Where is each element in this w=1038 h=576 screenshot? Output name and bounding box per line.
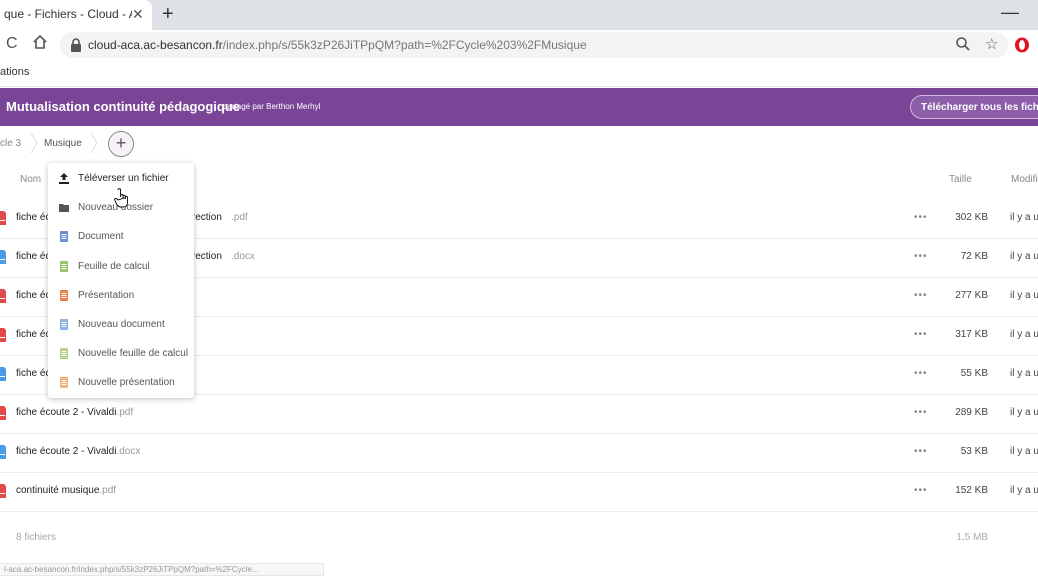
- file-count: 8 fichiers: [16, 532, 57, 543]
- docx-file-icon: [0, 367, 6, 381]
- breadcrumb-musique[interactable]: Musique: [44, 138, 82, 149]
- file-name[interactable]: fiche éc: [16, 290, 50, 301]
- more-actions-icon[interactable]: •••: [914, 251, 928, 262]
- document-icon: [60, 231, 68, 243]
- url-text: cloud-aca.ac-besancon.fr/index.php/s/55k…: [88, 38, 587, 52]
- file-size: 289 KB: [955, 407, 988, 418]
- file-size: 55 KB: [960, 368, 988, 379]
- menu-item-spreadsheet[interactable]: Feuille de calcul: [48, 252, 194, 281]
- status-bar-url: l-aca.ac-besancon.fr/index.php/s/55k3zP2…: [0, 563, 324, 576]
- file-size: 72 KB: [960, 251, 988, 262]
- pdf-file-icon: [0, 328, 6, 342]
- file-row[interactable]: fiche écoute 2 - Vivaldi.pdf ••• 289 KB il …: [0, 394, 1038, 434]
- breadcrumb-separator: [90, 133, 98, 153]
- page-title: Mutualisation continuité pédagogique: [6, 99, 240, 114]
- close-tab-icon[interactable]: ✕: [132, 6, 144, 23]
- menu-item-label: Nouveau document: [78, 319, 165, 330]
- bookmark-star-icon[interactable]: ☆: [985, 35, 998, 53]
- file-modified: il y a u: [1010, 290, 1038, 301]
- pdf-file-icon: [0, 484, 6, 498]
- pdf-file-icon: [0, 289, 6, 303]
- menu-item-label: Présentation: [78, 289, 135, 301]
- file-modified: il y a u: [1010, 368, 1038, 379]
- more-actions-icon[interactable]: •••: [914, 329, 928, 340]
- bookmark-item[interactable]: ations: [0, 66, 29, 78]
- file-name[interactable]: fiche écoute 2 - Vivaldi.pdf: [16, 407, 133, 418]
- menu-item-label: Feuille de calcul: [78, 260, 150, 272]
- browser-tab-strip: que - Fichiers - Cloud - Acad ✕ + —: [0, 0, 1038, 30]
- spreadsheet-icon: [60, 260, 68, 272]
- new-document-icon: [60, 319, 68, 330]
- opera-icon[interactable]: [1014, 37, 1030, 53]
- menu-item-new-document[interactable]: Nouveau document: [48, 310, 194, 339]
- folder-icon: [59, 204, 69, 213]
- browser-tab[interactable]: que - Fichiers - Cloud - Acad ✕: [0, 0, 152, 30]
- menu-item-document[interactable]: Document: [48, 222, 194, 251]
- new-spreadsheet-icon: [60, 348, 68, 360]
- new-presentation-icon: [60, 377, 68, 389]
- file-modified: il y a u: [1010, 446, 1038, 457]
- menu-item-new-spreadsheet[interactable]: Nouvelle feuille de calcul: [48, 339, 194, 368]
- total-size: 1,5 MB: [956, 532, 988, 543]
- file-name[interactable]: fiche éc: [16, 368, 50, 379]
- address-bar[interactable]: cloud-aca.ac-besancon.fr/index.php/s/55k…: [60, 32, 1008, 58]
- file-modified: il y a u: [1010, 212, 1038, 223]
- file-size: 277 KB: [955, 290, 988, 301]
- menu-item-label: Téléverser un fichier: [78, 173, 169, 184]
- more-actions-icon[interactable]: •••: [914, 485, 928, 496]
- share-header: Mutualisation continuité pédagogique par…: [0, 88, 1038, 126]
- file-modified: il y a u: [1010, 329, 1038, 340]
- file-modified: il y a u: [1010, 407, 1038, 418]
- file-modified: il y a u: [1010, 251, 1038, 262]
- file-size: 302 KB: [955, 212, 988, 223]
- file-size: 317 KB: [955, 329, 988, 340]
- menu-item-label: Document: [78, 231, 124, 243]
- file-size: 53 KB: [960, 446, 988, 457]
- file-modified: il y a u: [1010, 485, 1038, 496]
- more-actions-icon[interactable]: •••: [914, 212, 928, 223]
- more-actions-icon[interactable]: •••: [914, 368, 928, 379]
- file-name[interactable]: fiche écoute 2 - Vivaldi.docx: [16, 446, 140, 457]
- lock-icon: [71, 38, 81, 52]
- reload-icon[interactable]: C: [6, 35, 18, 53]
- download-all-button[interactable]: Télécharger tous les fichiers: [910, 95, 1038, 119]
- file-name[interactable]: fiche éc: [16, 329, 50, 340]
- file-size: 152 KB: [955, 485, 988, 496]
- docx-file-icon: [0, 445, 6, 459]
- menu-item-label: Nouvelle présentation: [78, 377, 175, 389]
- new-button[interactable]: +: [108, 131, 134, 157]
- breadcrumb-cycle[interactable]: cle 3: [0, 138, 21, 149]
- pdf-file-icon: [0, 211, 6, 225]
- file-name[interactable]: fiche éc orrection .docx: [16, 251, 255, 262]
- file-name[interactable]: continuité musique.pdf: [16, 485, 116, 496]
- more-actions-icon[interactable]: •••: [914, 446, 928, 457]
- presentation-icon: [60, 289, 68, 301]
- column-size[interactable]: Taille: [949, 174, 972, 185]
- column-modified[interactable]: Modifi: [1011, 174, 1038, 185]
- hand-cursor-icon: [114, 188, 128, 208]
- breadcrumb-separator: [30, 133, 38, 153]
- new-tab-icon[interactable]: +: [162, 3, 174, 26]
- menu-item-new-presentation[interactable]: Nouvelle présentation: [48, 368, 194, 397]
- shared-by-label: partagé par Berthon Merhyl: [223, 102, 321, 111]
- file-name[interactable]: fiche éc orrection .pdf: [16, 212, 248, 223]
- docx-file-icon: [0, 250, 6, 264]
- pdf-file-icon: [0, 406, 6, 420]
- tab-title: que - Fichiers - Cloud - Acad: [4, 7, 132, 21]
- bookmarks-bar: ations: [0, 60, 1038, 87]
- menu-item-label: Nouvelle feuille de calcul: [78, 348, 189, 360]
- browser-toolbar: C cloud-aca.ac-besancon.fr/index.php/s/5…: [0, 30, 1038, 60]
- column-name[interactable]: Nom: [20, 174, 41, 185]
- minimize-icon[interactable]: —: [1001, 2, 1019, 23]
- upload-icon: [59, 173, 69, 184]
- home-icon[interactable]: [32, 34, 48, 50]
- more-actions-icon[interactable]: •••: [914, 407, 928, 418]
- file-row[interactable]: fiche écoute 2 - Vivaldi.docx ••• 53 KB il …: [0, 433, 1038, 473]
- more-actions-icon[interactable]: •••: [914, 290, 928, 301]
- zoom-icon[interactable]: [955, 36, 971, 52]
- file-row[interactable]: continuité musique.pdf ••• 152 KB il y a u: [0, 472, 1038, 512]
- menu-item-presentation[interactable]: Présentation: [48, 281, 194, 310]
